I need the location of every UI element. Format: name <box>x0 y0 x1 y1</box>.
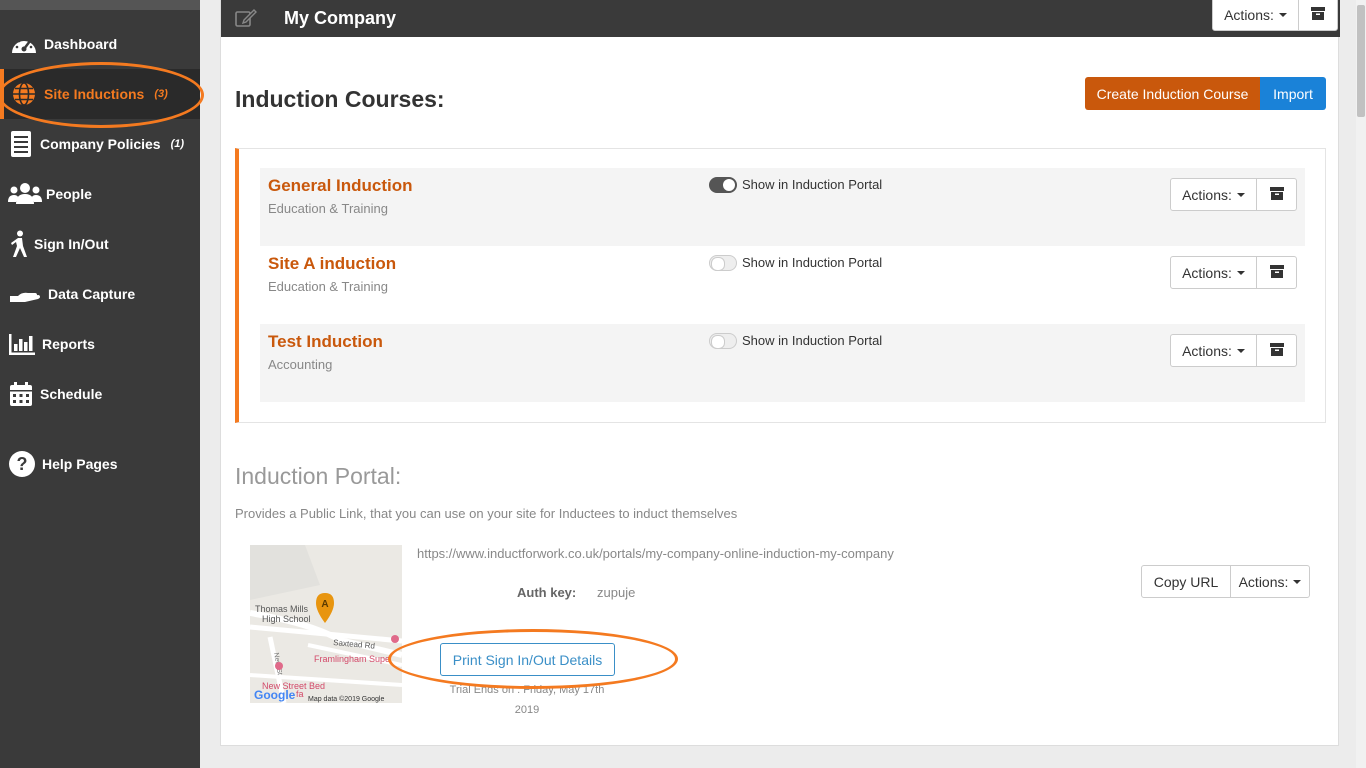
sidebar-item-count: (3) <box>154 88 168 100</box>
archive-icon <box>1269 264 1284 281</box>
course-title[interactable]: Test Induction <box>268 332 383 352</box>
course-row-site-a-induction: Site A induction Education & Training Sh… <box>260 246 1305 324</box>
course-actions-dropdown[interactable]: Actions: <box>1170 334 1257 367</box>
actions-label: Actions: <box>1182 264 1232 281</box>
induction-portal-description: Provides a Public Link, that you can use… <box>235 506 738 521</box>
caret-down-icon <box>1293 579 1302 584</box>
actions-label: Actions: <box>1238 573 1289 590</box>
sidebar-item-label: Help Pages <box>42 456 118 472</box>
page-title: My Company <box>284 8 397 28</box>
course-row-general-induction: General Induction Education & Training S… <box>260 168 1305 246</box>
course-category: Accounting <box>268 357 333 372</box>
caret-down-icon <box>1278 12 1287 17</box>
archive-icon <box>1269 186 1284 203</box>
import-button[interactable]: Import <box>1260 77 1326 110</box>
course-actions-dropdown[interactable]: Actions: <box>1170 178 1257 211</box>
print-sign-in-out-details-button[interactable]: Print Sign In/Out Details <box>440 643 615 676</box>
sidebar-item-reports[interactable]: Reports <box>0 319 200 369</box>
globe-icon <box>8 78 40 110</box>
actions-label: Actions: <box>1182 342 1232 359</box>
dashboard-icon <box>8 28 40 60</box>
copy-url-button[interactable]: Copy URL <box>1141 565 1231 598</box>
header-archive-button[interactable] <box>1298 0 1338 31</box>
archive-icon <box>1311 6 1325 23</box>
sidebar-top-bar <box>0 0 200 10</box>
course-archive-button[interactable] <box>1256 334 1297 367</box>
sidebar-item-label: Dashboard <box>44 36 118 52</box>
sidebar-item-count: (1) <box>170 138 185 150</box>
sidebar-item-label: People <box>46 186 92 202</box>
hand-icon <box>8 278 42 310</box>
course-category: Education & Training <box>268 279 388 294</box>
map-attribution: Map data ©2019 Google <box>308 695 384 703</box>
sidebar-item-label: Schedule <box>40 386 103 402</box>
svg-text:?: ? <box>17 454 28 474</box>
header-actions-dropdown[interactable]: Actions: <box>1212 0 1299 31</box>
toggle-label: Show in Induction Portal <box>742 333 883 348</box>
map-label: fa <box>296 689 304 699</box>
bar-chart-icon <box>8 328 36 360</box>
trial-end-line: Trial Ends on : Friday, May 17th <box>449 684 605 696</box>
walking-person-icon <box>8 228 30 260</box>
sidebar-item-label: Reports <box>42 336 95 352</box>
page-scrollbar-thumb[interactable] <box>1357 5 1365 117</box>
sidebar-item-label: Company Policies <box>40 136 161 152</box>
sidebar-item-sign-in-out[interactable]: Sign In/Out <box>0 219 200 269</box>
portal-url[interactable]: https://www.inductforwork.co.uk/portals/… <box>417 546 894 561</box>
main-panel: My Company Actions: Induction Courses: C… <box>220 0 1340 746</box>
map-label: Thomas Mills <box>255 604 309 614</box>
trial-end-notice: Trial Ends on : Friday, May 17th 2019 <box>443 680 611 720</box>
people-icon <box>8 178 42 210</box>
caret-down-icon <box>1236 270 1245 275</box>
toggle-label: Show in Induction Portal <box>742 177 883 192</box>
induction-courses-list: General Induction Education & Training S… <box>235 148 1326 423</box>
archive-icon <box>1269 342 1284 359</box>
sidebar-item-dashboard[interactable]: Dashboard <box>0 19 200 69</box>
caret-down-icon <box>1236 192 1245 197</box>
show-in-portal-toggle[interactable] <box>709 177 737 193</box>
induction-portal-title: Induction Portal: <box>235 463 402 489</box>
question-circle-icon: ? <box>8 448 36 480</box>
document-icon <box>8 128 34 160</box>
sidebar-item-schedule[interactable]: Schedule <box>0 369 200 419</box>
auth-key-value: zupuje <box>597 585 636 600</box>
show-in-portal-toggle[interactable] <box>709 333 737 349</box>
show-in-portal-toggle[interactable] <box>709 255 737 271</box>
sidebar-item-label: Site Inductions <box>44 86 145 102</box>
portal-actions-dropdown[interactable]: Actions: <box>1230 565 1310 598</box>
course-actions-dropdown[interactable]: Actions: <box>1170 256 1257 289</box>
actions-label: Actions: <box>1224 6 1274 23</box>
create-induction-course-button[interactable]: Create Induction Course <box>1085 77 1260 110</box>
sidebar-item-company-policies[interactable]: Company Policies (1) <box>0 119 200 169</box>
portal-location-map[interactable]: Thomas Mills High School Saxtead Rd New … <box>250 545 402 703</box>
sidebar-item-label: Sign In/Out <box>34 236 109 252</box>
toggle-label: Show in Induction Portal <box>742 255 883 270</box>
auth-key-label: Auth key: <box>517 585 577 600</box>
map-label: Framlingham Supe <box>314 654 390 664</box>
course-archive-button[interactable] <box>1256 256 1297 289</box>
sidebar-item-site-inductions[interactable]: Site Inductions (3) <box>0 69 200 119</box>
course-category: Education & Training <box>268 201 388 216</box>
sidebar: Dashboard Site Inductions (3) Company Po… <box>0 0 200 768</box>
edit-icon[interactable] <box>235 8 257 33</box>
calendar-icon <box>8 378 34 410</box>
course-title[interactable]: General Induction <box>268 176 413 196</box>
induction-courses-title: Induction Courses: <box>235 86 445 112</box>
sidebar-item-label: Data Capture <box>48 286 136 302</box>
course-archive-button[interactable] <box>1256 178 1297 211</box>
course-row-test-induction: Test Induction Accounting Show in Induct… <box>260 324 1305 402</box>
course-title[interactable]: Site A induction <box>268 254 396 274</box>
google-logo: Google <box>254 688 296 702</box>
sidebar-item-people[interactable]: People <box>0 169 200 219</box>
caret-down-icon <box>1236 348 1245 353</box>
trial-end-year: 2019 <box>514 704 540 716</box>
page-header: My Company Actions: <box>221 0 1340 37</box>
map-pin-label: A <box>321 599 328 610</box>
sidebar-item-data-capture[interactable]: Data Capture <box>0 269 200 319</box>
map-label: High School <box>262 614 311 624</box>
sidebar-item-help-pages[interactable]: ? Help Pages <box>0 439 200 489</box>
actions-label: Actions: <box>1182 186 1232 203</box>
